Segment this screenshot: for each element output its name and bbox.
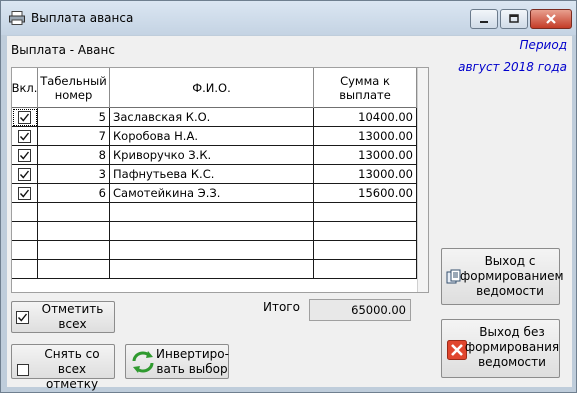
row-checkbox-cell[interactable]	[12, 146, 38, 165]
row-number[interactable]: 3	[38, 165, 110, 184]
clear-all-button[interactable]: Снять со всех отметку	[11, 344, 115, 391]
empty-cell	[314, 222, 417, 241]
table-row[interactable]: 3 Пафнутьева К.С. 13000.00	[12, 165, 417, 184]
row-amount[interactable]: 15600.00	[314, 184, 417, 203]
empty-row[interactable]	[12, 222, 417, 241]
row-checkbox-cell[interactable]	[12, 184, 38, 203]
empty-cell	[110, 222, 314, 241]
column-header-name[interactable]: Ф.И.О.	[110, 68, 314, 108]
vertical-scrollbar[interactable]	[417, 68, 428, 292]
maximize-icon	[509, 14, 519, 23]
employees-table[interactable]: Вкл. Табельный номер Ф.И.О. Сумма к выпл…	[11, 67, 429, 293]
close-button[interactable]	[530, 9, 572, 29]
checkmark-icon	[19, 113, 30, 122]
row-name[interactable]: Криворучко З.К.	[110, 146, 314, 165]
empty-cell	[38, 222, 110, 241]
empty-cell	[110, 260, 314, 279]
empty-cell	[314, 241, 417, 260]
period-label: Период	[519, 38, 567, 52]
empty-cell	[12, 203, 38, 222]
row-amount[interactable]: 13000.00	[314, 146, 417, 165]
column-header-number[interactable]: Табельный номер	[38, 68, 110, 108]
row-number[interactable]: 6	[38, 184, 110, 203]
checkmark-icon	[19, 170, 30, 179]
window-title: Выплата аванса	[31, 11, 134, 25]
row-checkbox-cell[interactable]	[12, 165, 38, 184]
empty-cell	[38, 203, 110, 222]
invert-selection-button[interactable]: Инвертиро-вать выбор	[125, 344, 229, 379]
minimize-button[interactable]	[470, 9, 498, 29]
empty-cell	[38, 241, 110, 260]
column-header-amount[interactable]: Сумма к выплате	[314, 68, 417, 108]
form-heading: Выплата - Аванс	[11, 43, 115, 57]
maximize-button[interactable]	[500, 9, 528, 29]
table-body: 5 Заславская К.О. 10400.00 7 Коробова Н.…	[12, 108, 417, 279]
row-name[interactable]: Заславская К.О.	[110, 108, 314, 127]
empty-cell	[38, 260, 110, 279]
row-checkbox[interactable]	[18, 168, 31, 181]
row-number[interactable]: 7	[38, 127, 110, 146]
row-checkbox-cell[interactable]	[12, 108, 38, 127]
empty-cell	[314, 260, 417, 279]
table-row[interactable]: 7 Коробова Н.А. 13000.00	[12, 127, 417, 146]
empty-cell	[110, 241, 314, 260]
row-name[interactable]: Коробова Н.А.	[110, 127, 314, 146]
total-value: 65000.00	[309, 299, 411, 321]
row-name[interactable]: Пафнутьева К.С.	[110, 165, 314, 184]
invert-selection-label: Инвертиро-вать выбор	[156, 347, 229, 376]
checkmark-icon	[19, 132, 30, 141]
row-amount[interactable]: 13000.00	[314, 165, 417, 184]
empty-cell	[12, 222, 38, 241]
title-bar[interactable]: Выплата аванса	[1, 1, 576, 35]
empty-cell	[110, 203, 314, 222]
row-checkbox[interactable]	[18, 149, 31, 162]
checkmark-icon	[19, 189, 30, 198]
refresh-arrows-icon	[132, 351, 154, 373]
table-row[interactable]: 6 Самотейкина Э.З. 15600.00	[12, 184, 417, 203]
mark-all-label: Отметить всех	[41, 302, 104, 331]
close-icon	[546, 14, 556, 24]
column-header-included[interactable]: Вкл.	[12, 68, 38, 108]
row-amount[interactable]: 13000.00	[314, 127, 417, 146]
period-value: август 2018 года	[458, 60, 567, 74]
empty-row[interactable]	[12, 203, 417, 222]
total-label: Итого	[263, 300, 300, 314]
row-checkbox[interactable]	[18, 130, 31, 143]
table-row[interactable]: 8 Криворучко З.К. 13000.00	[12, 146, 417, 165]
clear-all-checkbox[interactable]	[17, 364, 29, 376]
empty-cell	[12, 260, 38, 279]
exit-with-statement-button[interactable]: Выход с формированием ведомости	[441, 248, 564, 305]
row-checkbox[interactable]	[18, 111, 31, 124]
form-body: Выплата - Аванс Период август 2018 года …	[7, 36, 572, 391]
minimize-icon	[480, 21, 488, 23]
row-number[interactable]: 5	[38, 108, 110, 127]
table-header: Вкл. Табельный номер Ф.И.О. Сумма к выпл…	[12, 68, 417, 108]
empty-cell	[12, 241, 38, 260]
checkmark-icon	[17, 313, 28, 322]
checkmark-icon	[19, 151, 30, 160]
window: Выплата аванса Выплата - Аванс Период ав…	[0, 0, 577, 393]
empty-cell	[314, 203, 417, 222]
printer-icon	[9, 11, 25, 25]
exit-without-statement-button[interactable]: Выход без формирования ведомости	[441, 319, 560, 378]
row-amount[interactable]: 10400.00	[314, 108, 417, 127]
exit-with-statement-label: Выход с формированием ведомости	[460, 254, 564, 298]
row-name[interactable]: Самотейкина Э.З.	[110, 184, 314, 203]
row-checkbox[interactable]	[18, 187, 31, 200]
empty-row[interactable]	[12, 241, 417, 260]
exit-without-statement-label: Выход без формирования ведомости	[464, 325, 560, 369]
mark-all-checkbox[interactable]	[16, 310, 29, 324]
table-row[interactable]: 5 Заславская К.О. 10400.00	[12, 108, 417, 127]
clear-all-label: Снять со всех отметку	[44, 347, 100, 391]
row-number[interactable]: 8	[38, 146, 110, 165]
mark-all-button[interactable]: Отметить всех	[11, 301, 115, 333]
row-checkbox-cell[interactable]	[12, 127, 38, 146]
empty-row[interactable]	[12, 260, 417, 279]
